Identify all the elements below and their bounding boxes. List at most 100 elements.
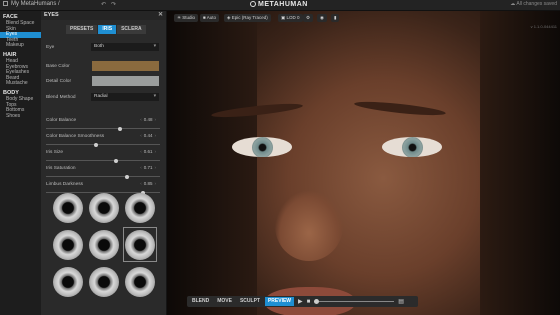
slider-row: Iris Size ‹ 0.61 › [46, 149, 163, 163]
mode-blend-button[interactable]: BLEND [189, 297, 212, 306]
iris-preset-tile[interactable] [50, 226, 86, 263]
render-quality-button[interactable]: ◈ Epic (Ray Traced) [224, 14, 271, 22]
lighting-label: Studio [182, 15, 196, 20]
camera-auto-button[interactable]: ■ Auto [200, 14, 219, 22]
slider-label: Iris Saturation [46, 166, 76, 171]
slider-handle[interactable] [117, 126, 122, 131]
left-eye [232, 137, 292, 157]
timeline-handle[interactable] [314, 299, 320, 304]
slider-label: Limbus Darkness [46, 182, 84, 187]
slider-track[interactable] [46, 158, 160, 163]
lod-button[interactable]: ▣ LOD 0 [278, 14, 303, 22]
eye-select[interactable]: Both ▾ [91, 43, 159, 51]
chevron-right-icon[interactable]: › [155, 133, 157, 138]
tab-sclera[interactable]: SCLERA [117, 25, 146, 34]
app-name: METAHUMAN [258, 1, 308, 8]
iris-preset-tile[interactable] [122, 226, 158, 263]
app-logo: METAHUMAN [250, 1, 308, 8]
undo-icon[interactable]: ↶ [100, 2, 107, 9]
blend-method-select[interactable]: Radial ▾ [91, 93, 159, 101]
slider-track[interactable] [46, 142, 160, 147]
logo-mark-icon [250, 1, 256, 7]
tab-presets[interactable]: PRESETS [66, 25, 98, 34]
lod-label: LOD 0 [286, 15, 300, 20]
iris-preset-tile[interactable] [50, 263, 86, 300]
mode-sculpt-button[interactable]: SCULPT [237, 297, 263, 306]
blend-method-label: Blend Method [46, 95, 76, 100]
sidebar-item-makeup[interactable]: Makeup [0, 43, 41, 49]
nose [275, 191, 343, 261]
base-color-swatch[interactable] [92, 61, 159, 71]
left-iris [252, 137, 273, 157]
chevron-down-icon: ▾ [153, 94, 156, 99]
chevron-left-icon[interactable]: ‹ [140, 165, 142, 170]
chevron-right-icon[interactable]: › [155, 149, 157, 154]
camera-icon[interactable]: ◉ [317, 14, 327, 22]
iris-preset-tile[interactable] [86, 226, 122, 263]
detail-color-label: Detail Color [46, 79, 72, 84]
chevron-right-icon[interactable]: › [155, 181, 157, 186]
camera-label: Auto [206, 15, 216, 20]
chevron-left-icon[interactable]: ‹ [140, 149, 142, 154]
iris-thumbnail [125, 229, 155, 260]
close-icon[interactable]: ✕ [158, 11, 163, 20]
detail-color-swatch[interactable] [92, 76, 159, 86]
chevron-left-icon[interactable]: ‹ [140, 133, 142, 138]
mode-move-button[interactable]: MOVE [214, 297, 235, 306]
panel-tabs: PRESETS IRIS SCLERA [66, 25, 147, 34]
slider-handle[interactable] [94, 142, 99, 147]
right-eye [382, 137, 442, 157]
stop-icon[interactable]: ■ [307, 299, 311, 305]
settings-icon[interactable]: ⚙ [303, 14, 314, 22]
eyes-panel: EYES ✕ PRESETS IRIS SCLERA Eye Both ▾ Base … [41, 11, 167, 315]
slider-handle[interactable] [125, 174, 130, 179]
iris-thumbnail [53, 266, 83, 297]
chevron-left-icon[interactable]: ‹ [140, 181, 142, 186]
iris-preset-tile[interactable] [50, 189, 86, 226]
iris-preset-tile[interactable] [122, 189, 158, 226]
sidebar-item-shoes[interactable]: Shoes [0, 113, 41, 120]
slider-track[interactable] [46, 126, 160, 131]
redo-icon[interactable]: ↷ [110, 2, 117, 9]
chevron-right-icon[interactable]: › [155, 117, 157, 122]
base-color-row: Base Color [46, 61, 163, 72]
iris-preset-tile[interactable] [86, 189, 122, 226]
iris-preset-tile[interactable] [122, 263, 158, 300]
mode-preview-button[interactable]: PREVIEW [264, 297, 295, 306]
iris-thumbnail [89, 229, 119, 260]
mode-bar: BLEND MOVE SCULPT PREVIEW ▶ ■ ▤ [187, 296, 418, 307]
slider-track[interactable] [46, 174, 160, 179]
slider-value: ‹ 0.44 › [138, 133, 158, 138]
tab-iris[interactable]: IRIS [98, 25, 117, 34]
chevron-right-icon[interactable]: › [155, 165, 157, 170]
iris-thumbnail [89, 192, 119, 223]
clip-icon[interactable]: ▮ [331, 14, 340, 22]
iris-thumbnail [89, 266, 119, 297]
slider-value: ‹ 0.61 › [138, 149, 158, 154]
slider-handle[interactable] [114, 158, 119, 163]
slider-label: Color Balance Smoothness [46, 134, 105, 139]
viewport[interactable]: ☀ Studio ■ Auto ◈ Epic (Ray Traced) ▣ LO… [167, 11, 560, 315]
save-status: ☁ All changes saved [510, 1, 557, 7]
eye-select-value: Both [94, 44, 104, 49]
chevron-down-icon: ▾ [153, 44, 156, 49]
blend-method-value: Radial [94, 94, 108, 99]
hair-right [480, 11, 560, 315]
lighting-studio-button[interactable]: ☀ Studio [174, 14, 199, 22]
base-color-label: Base Color [46, 64, 70, 69]
slider-row: Color Balance Smoothness ‹ 0.44 › [46, 133, 163, 147]
breadcrumb[interactable]: My MetaHumans / [3, 1, 60, 7]
slider-row: Iris Saturation ‹ 0.71 › [46, 165, 163, 179]
animation-clip-icon[interactable]: ▤ [398, 298, 404, 305]
slider-label: Iris Size [46, 150, 64, 155]
chevron-left-icon[interactable]: ‹ [140, 117, 142, 122]
sidebar-item-mustache[interactable]: Mustache [0, 81, 41, 87]
timeline-scrubber[interactable] [314, 299, 395, 304]
eye-label: Eye [46, 45, 55, 50]
slider-value-text: 0.44 [143, 133, 153, 138]
iris-thumbnail [53, 229, 83, 260]
iris-thumbnail [125, 192, 155, 223]
hair-left [167, 11, 257, 315]
play-icon[interactable]: ▶ [298, 298, 303, 305]
iris-preset-tile[interactable] [86, 263, 122, 300]
